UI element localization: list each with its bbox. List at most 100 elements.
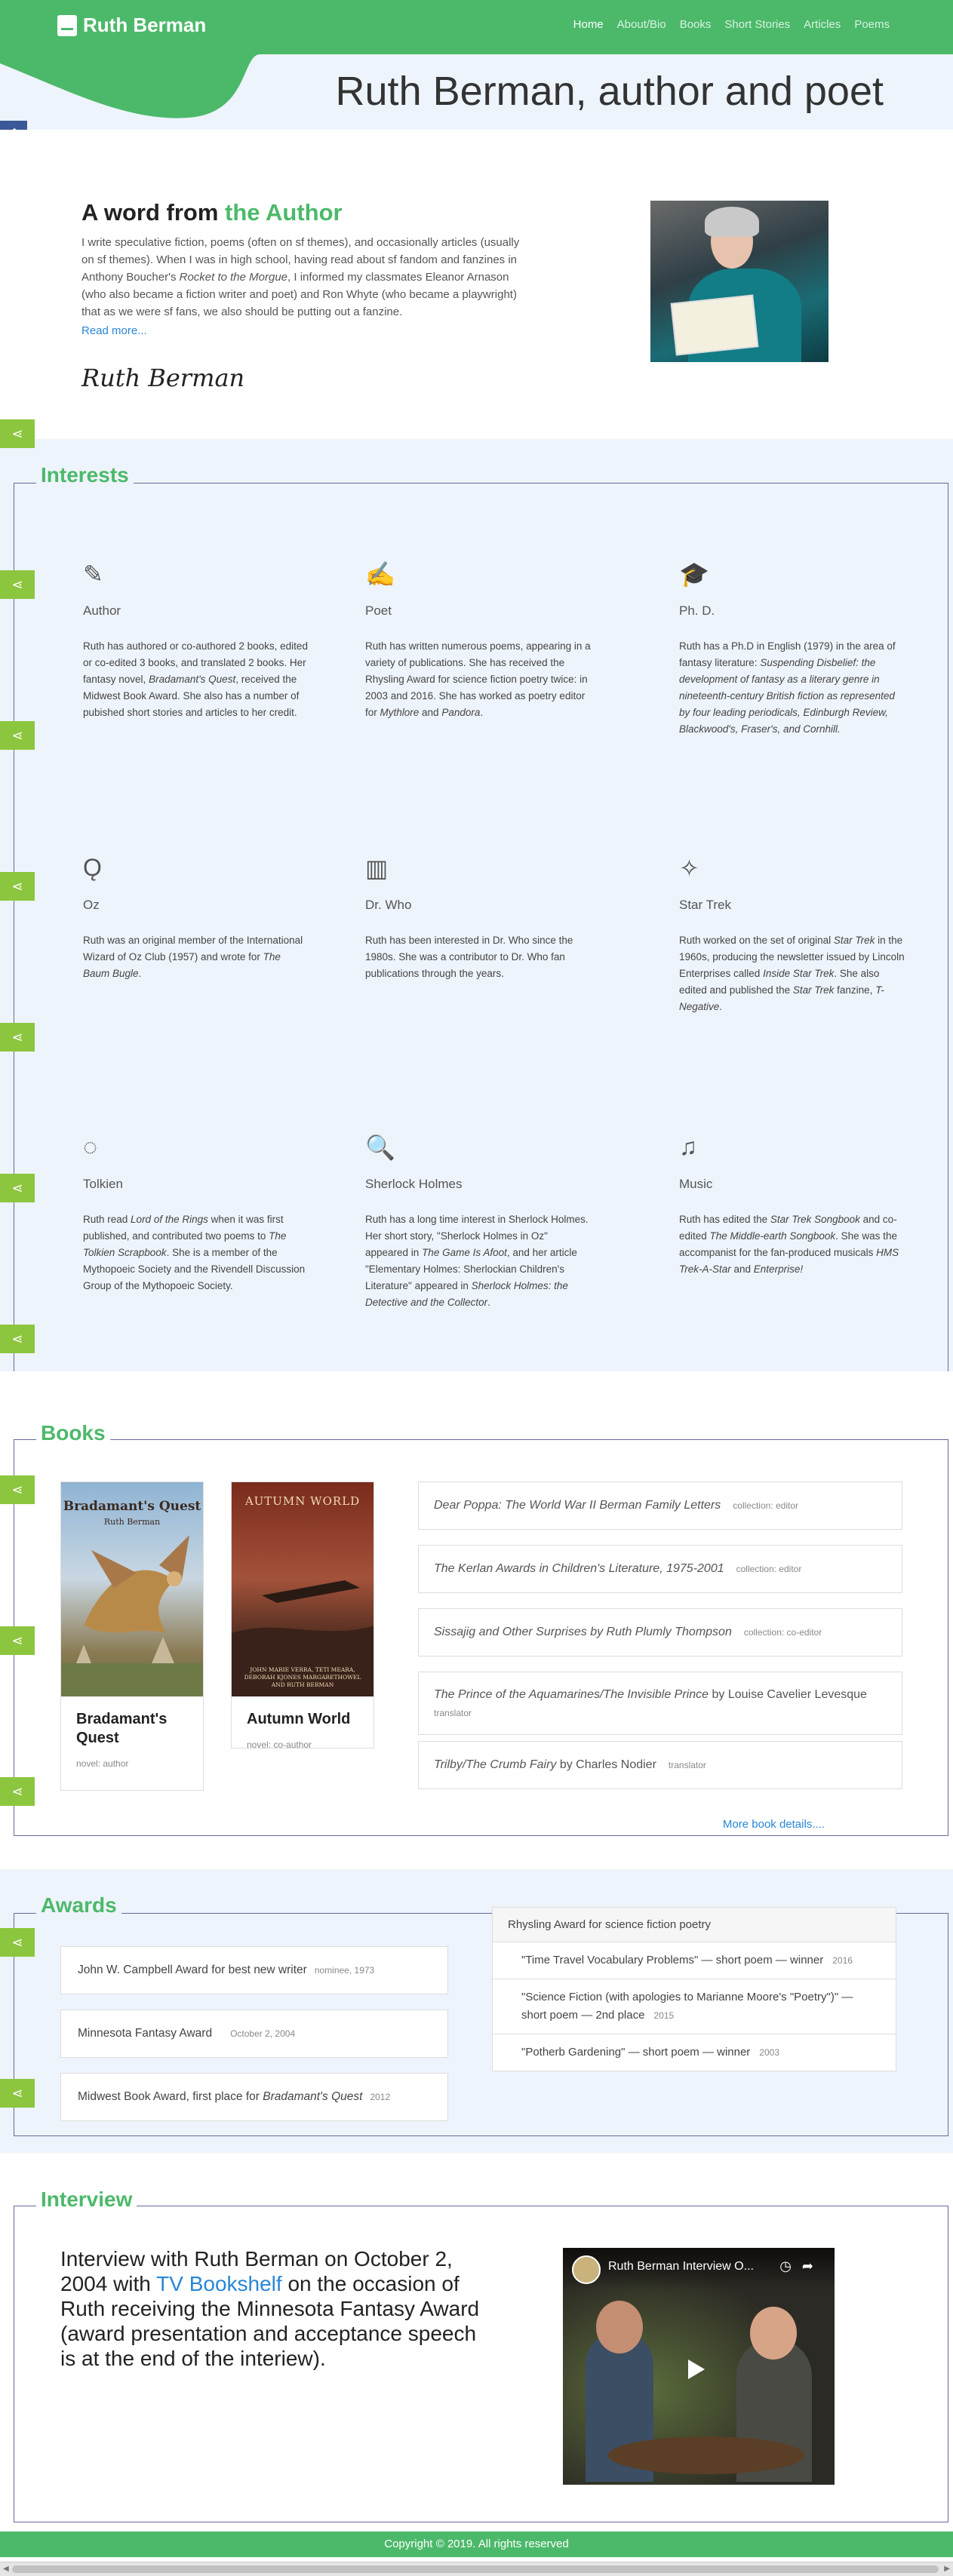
share-icon: ⋖ bbox=[11, 2085, 23, 2101]
book-role: novel: author bbox=[76, 1758, 129, 1769]
interest-name: Ph. D. bbox=[679, 603, 715, 618]
author-heading: A word from the Author bbox=[81, 199, 343, 226]
book-author: by Louise Cavelier Levesque bbox=[709, 1688, 867, 1701]
bio-book-title: Rocket to the Morgue bbox=[179, 271, 288, 284]
interest-description: Ruth has a long time interest in Sherloc… bbox=[365, 1214, 589, 1308]
share-tab[interactable]: ⋖ bbox=[0, 570, 35, 599]
spaceship-illustration bbox=[232, 1580, 374, 1696]
book-title: Bradamant's Quest bbox=[76, 1711, 168, 1746]
share-tab[interactable]: ⋖ bbox=[0, 1174, 35, 1202]
interest-name: Star Trek bbox=[679, 898, 731, 912]
site-brand[interactable]: Ruth Berman bbox=[57, 14, 206, 37]
share-icon: ⋖ bbox=[11, 1934, 23, 1950]
certificate bbox=[670, 294, 759, 356]
award-minnesota-fantasy: Minnesota Fantasy Award October 2, 2004 bbox=[60, 2010, 448, 2058]
books-title: Books bbox=[36, 1421, 110, 1445]
author-signature: Ruth Berman bbox=[81, 364, 245, 392]
interview-video-player[interactable]: Ruth Berman Interview O... ◷➦ bbox=[563, 2248, 835, 2485]
interest-description: Ruth has a Ph.D in English (1979) in the… bbox=[679, 640, 896, 735]
book-list-item[interactable]: The Prince of the Aquamarines/The Invisi… bbox=[418, 1672, 902, 1735]
share-tab[interactable]: ⋖ bbox=[0, 1325, 35, 1353]
rhysling-row: "Potherb Gardening" — short poem — winne… bbox=[521, 2046, 779, 2059]
award-detail: October 2, 2004 bbox=[230, 2028, 296, 2039]
book-role: translator bbox=[668, 1760, 706, 1770]
share-tab[interactable]: ⋖ bbox=[0, 1475, 35, 1504]
share-icon: ⋖ bbox=[11, 1783, 23, 1799]
book-list-item[interactable]: The Kerlan Awards in Children's Literatu… bbox=[418, 1545, 902, 1593]
interest-icon: 🔍 bbox=[365, 1134, 395, 1161]
interview-description: Interview with Ruth Berman on October 2,… bbox=[60, 2247, 480, 2370]
book-role: collection: editor bbox=[733, 1500, 798, 1511]
interest-name: Oz bbox=[83, 898, 100, 912]
share-tab[interactable]: ⋖ bbox=[0, 419, 35, 448]
hippogriff-illustration bbox=[61, 1535, 203, 1696]
tv-bookshelf-link[interactable]: TV Bookshelf bbox=[156, 2272, 282, 2295]
scrollbar-thumb[interactable] bbox=[12, 2565, 939, 2573]
interest-description: Ruth read Lord of the Rings when it was … bbox=[83, 1214, 306, 1291]
interest-tolkien: ◌ Tolkien Ruth read Lord of the Rings when… bbox=[83, 1133, 309, 1294]
award-book-title: Bradamant's Quest bbox=[263, 2090, 363, 2103]
book-logo-icon bbox=[57, 14, 77, 36]
share-icon: ⋖ bbox=[11, 1029, 23, 1045]
share-icon: ⋖ bbox=[11, 1481, 23, 1497]
cover-authors: JOHN MARIE VERRA, TETI MEARA, DEBORAH KJ… bbox=[244, 1666, 361, 1688]
navbar: Ruth Berman Home About/Bio Books Short S… bbox=[0, 0, 953, 54]
share-tab[interactable]: ⋖ bbox=[0, 1928, 35, 1957]
interest-dr-who: ▥ Dr. Who Ruth has been interested in Dr. … bbox=[365, 854, 592, 982]
award-detail: 2012 bbox=[370, 2092, 391, 2102]
video-actions: ◷➦ bbox=[779, 2258, 824, 2274]
horizontal-scrollbar[interactable]: ◀ ▶ bbox=[0, 2562, 953, 2576]
book-list-item[interactable]: Sissajig and Other Surprises by Ruth Plu… bbox=[418, 1608, 902, 1656]
brand-name: Ruth Berman bbox=[83, 14, 207, 36]
awards-title: Awards bbox=[36, 1893, 121, 1917]
rhysling-row: "Science Fiction (with apologies to Mari… bbox=[493, 1979, 896, 2034]
interest-music: ♫ Music Ruth has edited the Star Trek Song… bbox=[679, 1133, 905, 1278]
share-tab[interactable]: ⋖ bbox=[0, 1626, 35, 1655]
nav-articles[interactable]: Articles bbox=[804, 18, 841, 31]
share-icon: ⋖ bbox=[11, 425, 23, 441]
share-arrow-icon[interactable]: ➦ bbox=[802, 2258, 824, 2274]
interest-icon: ✎ bbox=[83, 560, 103, 588]
share-tab[interactable]: ⋖ bbox=[0, 1023, 35, 1052]
interest-name: Poet bbox=[365, 603, 392, 618]
nav-home[interactable]: Home bbox=[573, 18, 604, 31]
hero-banner: Ruth Berman Home About/Bio Books Short S… bbox=[0, 0, 953, 130]
book-list-item[interactable]: Trilby/The Crumb Fairy by Charles Nodier… bbox=[418, 1741, 902, 1789]
nav-poems[interactable]: Poems bbox=[854, 18, 890, 31]
interests-title: Interests bbox=[36, 463, 134, 487]
interest-poet: ✍ Poet Ruth has written numerous poems, ap… bbox=[365, 560, 592, 721]
award-campbell: John W. Campbell Award for best new writ… bbox=[60, 1946, 448, 1994]
interest-icon: Ǫ bbox=[83, 854, 102, 881]
author-heading-prefix: A word from bbox=[81, 199, 219, 226]
book-list-item[interactable]: Dear Poppa: The World War II Berman Fami… bbox=[418, 1481, 902, 1530]
interest-description: Ruth was an original member of the Inter… bbox=[83, 935, 303, 979]
nav-short-stories[interactable]: Short Stories bbox=[724, 18, 790, 31]
book-title: The Prince of the Aquamarines/The Invisi… bbox=[434, 1688, 709, 1701]
book-title: Dear Poppa: The World War II Berman Fami… bbox=[434, 1499, 721, 1512]
share-tab[interactable]: ⋖ bbox=[0, 721, 35, 750]
book-role: collection: editor bbox=[736, 1564, 802, 1574]
scroll-left-arrow-icon[interactable]: ◀ bbox=[3, 2565, 9, 2573]
share-icon: ⋖ bbox=[11, 1632, 23, 1648]
interest-description: Ruth has authored or co-authored 2 books… bbox=[83, 640, 308, 718]
scroll-right-arrow-icon[interactable]: ▶ bbox=[944, 2565, 950, 2573]
share-tab[interactable]: ⋖ bbox=[0, 2079, 35, 2108]
share-tab[interactable]: ⋖ bbox=[0, 872, 35, 901]
watch-later-icon[interactable]: ◷ bbox=[779, 2258, 802, 2274]
interests-section: Interests ✎ Author Ruth has authored or co… bbox=[0, 439, 953, 1373]
play-icon[interactable] bbox=[688, 2360, 705, 2379]
book-card-bradamants-quest[interactable]: Bradamant's Quest Ruth Berman Bradamant'… bbox=[60, 1481, 204, 1791]
interest-sherlock-holmes: 🔍 Sherlock Holmes Ruth has a long time int… bbox=[365, 1133, 592, 1311]
interest-ph-d: 🎓 Ph. D. Ruth has a Ph.D in English (1979)… bbox=[679, 560, 905, 738]
rhysling-heading: Rhysling Award for science fiction poetr… bbox=[493, 1908, 896, 1942]
author-section: A word from the Author I write speculati… bbox=[0, 130, 953, 439]
nav-about[interactable]: About/Bio bbox=[617, 18, 666, 31]
nav-books[interactable]: Books bbox=[680, 18, 712, 31]
share-tab[interactable]: ⋖ bbox=[0, 1777, 35, 1806]
read-more-link[interactable]: Read more... bbox=[81, 324, 147, 337]
interest-icon: ◌ bbox=[83, 1133, 98, 1160]
award-detail: nominee, 1973 bbox=[314, 1965, 375, 1976]
more-book-details-link[interactable]: More book details.... bbox=[723, 1818, 825, 1831]
channel-avatar[interactable] bbox=[572, 2255, 601, 2284]
book-card-autumn-world[interactable]: AUTUMN WORLD JOHN MARIE VERRA, TETI MEAR… bbox=[231, 1481, 374, 1750]
